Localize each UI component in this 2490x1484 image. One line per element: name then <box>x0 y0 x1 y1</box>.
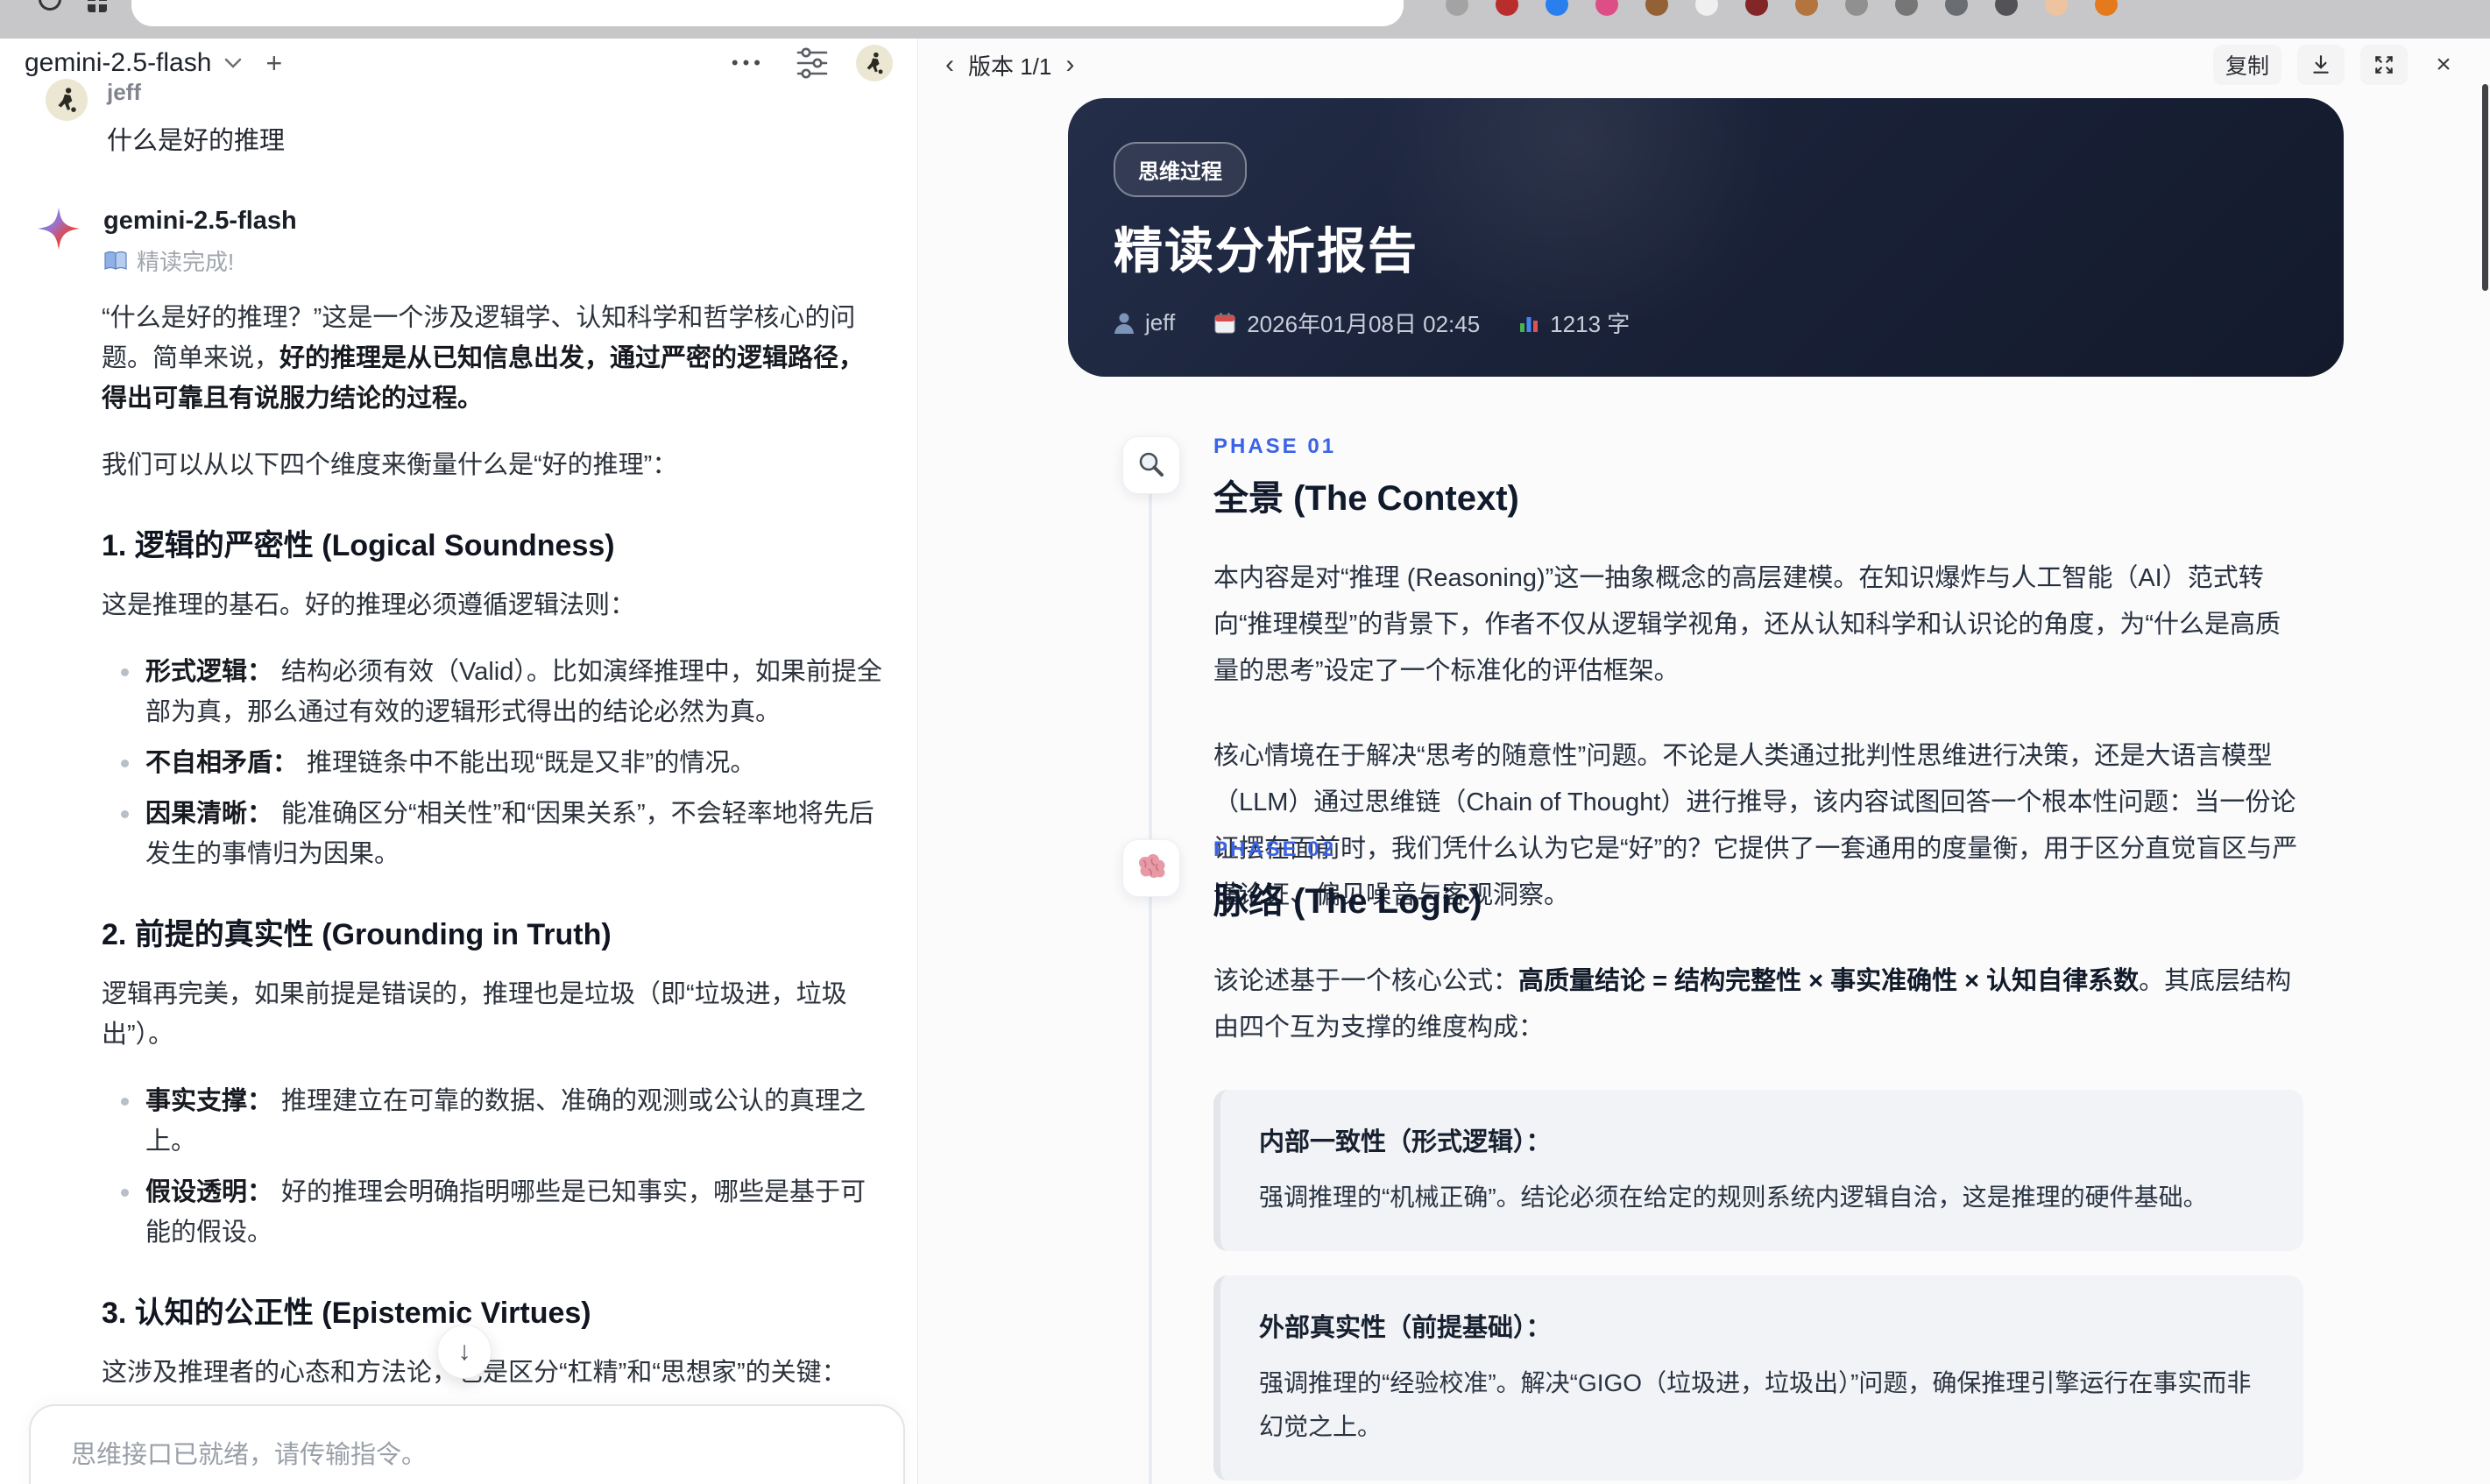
report-meta: jeff 2026年01月08日 02:45 1213 字 <box>1114 307 1630 339</box>
version-next-button[interactable]: › <box>1065 50 1074 80</box>
composer-placeholder: 思维接口已就绪，请传输指令。 <box>71 1441 428 1469</box>
meta-word-count: 1213 字 <box>1550 311 1631 337</box>
magnifier-icon <box>1122 436 1180 494</box>
artifact-panel: ‹ 版本 1/1 › 复制 × 思维过程 精读分析报告 jeff 2026年01… <box>919 39 2490 1484</box>
extension-icon[interactable] <box>2045 0 2068 16</box>
phase-2-label: PHASE 02 <box>1213 837 1337 861</box>
extension-icon[interactable] <box>1995 0 2018 16</box>
address-bar[interactable] <box>131 0 1404 26</box>
arrow-down-icon: ↓ <box>457 1337 471 1366</box>
assistant-status: 精读完成! <box>103 244 885 277</box>
expand-button[interactable] <box>2360 45 2408 85</box>
user-message-text: 什么是好的推理 <box>107 127 286 155</box>
list-item: 事实支撑： 推理建立在可靠的数据、准确的观测或公认的真理之上。 <box>102 1081 887 1162</box>
list-item: 形式逻辑： 结构必须有效（Valid）。比如演绎推理中，如果前提全部为真，那么通过… <box>102 652 887 732</box>
user-message: jeff 什么是好的推理 <box>46 79 878 157</box>
assistant-message: gemini-2.5-flash 精读完成! “什么是好的推理？”这是一个涉及逻… <box>37 207 885 1484</box>
extension-icon[interactable] <box>1895 0 1918 16</box>
more-menu-button[interactable]: ••• <box>732 52 765 74</box>
author-icon <box>1114 312 1135 335</box>
composer[interactable]: 思维接口已就绪，请传输指令。 + <box>29 1404 905 1484</box>
gemini-star-icon <box>37 207 81 251</box>
meta-author: jeff <box>1145 309 1176 336</box>
extension-icon[interactable] <box>1546 0 1568 16</box>
section-1-list: 形式逻辑： 结构必须有效（Valid）。比如演绎推理中，如果前提全部为真，那么通过… <box>102 652 887 874</box>
report-title: 精读分析报告 <box>1114 223 1418 279</box>
download-button[interactable] <box>2297 45 2345 85</box>
extension-icon[interactable] <box>1945 0 1968 16</box>
extension-icon[interactable] <box>1496 0 1518 16</box>
phase-2-title: 脉络 (The Logic) <box>1213 882 1482 921</box>
phase-1-paragraph: 本内容是对“推理 (Reasoning)”这一抽象概念的高层建模。在知识爆炸与人… <box>1213 564 2281 685</box>
phase-2-section: PHASE 02 脉络 (The Logic) 该论述基于一个核心公式：高质量结… <box>1213 837 2345 1484</box>
extension-icon[interactable] <box>1595 0 1618 16</box>
extension-icon[interactable] <box>2095 0 2118 16</box>
list-item: 假设透明： 好的推理会明确指明哪些是已知事实，哪些是基于可能的假设。 <box>102 1172 887 1253</box>
extension-icons[interactable] <box>1446 0 2118 16</box>
extension-icon[interactable] <box>1795 0 1818 16</box>
word-count-icon <box>1518 313 1539 334</box>
phase-2-paragraph: 该论述基于一个核心公式：高质量结论 = 结构完整性 × 事实准确性 × 认知自律… <box>1213 967 2292 1042</box>
scroll-to-bottom-button[interactable]: ↓ <box>437 1325 492 1379</box>
new-chat-button[interactable]: + <box>265 47 282 80</box>
apps-grid-icon[interactable] <box>88 0 107 12</box>
logic-card: 内部一致性（形式逻辑）： 强调推理的“机械正确”。结论必须在给定的规则系统内逻辑… <box>1213 1090 2303 1251</box>
version-label: 版本 1/1 <box>968 53 1052 80</box>
settings-sliders-icon[interactable] <box>795 46 830 80</box>
brain-icon <box>1122 839 1180 897</box>
page: gemini-2.5-flash + ••• jeff 什么是好的推理 gemi… <box>0 0 2490 1484</box>
artifact-header: ‹ 版本 1/1 › 复制 × <box>919 39 2490 91</box>
hero-badge: 思维过程 <box>1114 142 1247 197</box>
assistant-message-body: “什么是好的推理？”这是一个涉及逻辑学、认知科学和哲学核心的问题。简单来说，好的… <box>102 298 887 1484</box>
user-name: jeff <box>107 79 141 105</box>
phase-1-label: PHASE 01 <box>1213 435 1337 458</box>
extension-icon[interactable] <box>1745 0 1768 16</box>
logic-card: 外部真实性（前提基础）： 强调推理的“经验校准”。解决“GIGO（垃圾进，垃圾出… <box>1213 1276 2303 1480</box>
extension-icon[interactable] <box>1695 0 1718 16</box>
model-selector[interactable]: gemini-2.5-flash <box>25 48 211 78</box>
user-message-avatar <box>46 79 88 121</box>
chevron-down-icon[interactable] <box>223 57 243 69</box>
assistant-name: gemini-2.5-flash <box>103 207 297 235</box>
user-avatar[interactable] <box>856 45 893 81</box>
chat-panel: gemini-2.5-flash + ••• jeff 什么是好的推理 gemi… <box>0 39 918 1484</box>
extension-icon[interactable] <box>1645 0 1668 16</box>
list-item: 因果清晰： 能准确区分“相关性”和“因果关系”，不会轻率地将先后发生的事情归为因果… <box>102 794 887 874</box>
extension-icon[interactable] <box>1845 0 1868 16</box>
browser-toolbar <box>0 0 2490 39</box>
timeline-line <box>1149 494 1152 1484</box>
book-icon <box>103 251 128 272</box>
section-1-heading: 1. 逻辑的严密性 (Logical Soundness) <box>102 529 615 562</box>
app-window: gemini-2.5-flash + ••• jeff 什么是好的推理 gemi… <box>0 39 2490 1484</box>
phase-1-title: 全景 (The Context) <box>1213 479 1519 518</box>
reload-icon[interactable] <box>39 0 61 11</box>
calendar-icon <box>1213 312 1236 335</box>
section-2-heading: 2. 前提的真实性 (Grounding in Truth) <box>102 918 612 951</box>
meta-date: 2026年01月08日 02:45 <box>1247 311 1481 337</box>
copy-button[interactable]: 复制 <box>2212 45 2281 85</box>
section-3-heading: 3. 认知的公正性 (Epistemic Virtues) <box>102 1297 591 1330</box>
close-button[interactable]: × <box>2423 45 2464 85</box>
section-2-list: 事实支撑： 推理建立在可靠的数据、准确的观测或公认的真理之上。 假设透明： 好的推理… <box>102 1081 887 1253</box>
report-hero-card: 思维过程 精读分析报告 jeff 2026年01月08日 02:45 1213 … <box>1068 98 2344 377</box>
scrollbar[interactable] <box>2482 84 2488 291</box>
version-prev-button[interactable]: ‹ <box>945 50 954 80</box>
extension-icon[interactable] <box>1446 0 1468 16</box>
list-item: 不自相矛盾： 推理链条中不能出现“既是又非”的情况。 <box>102 743 887 783</box>
